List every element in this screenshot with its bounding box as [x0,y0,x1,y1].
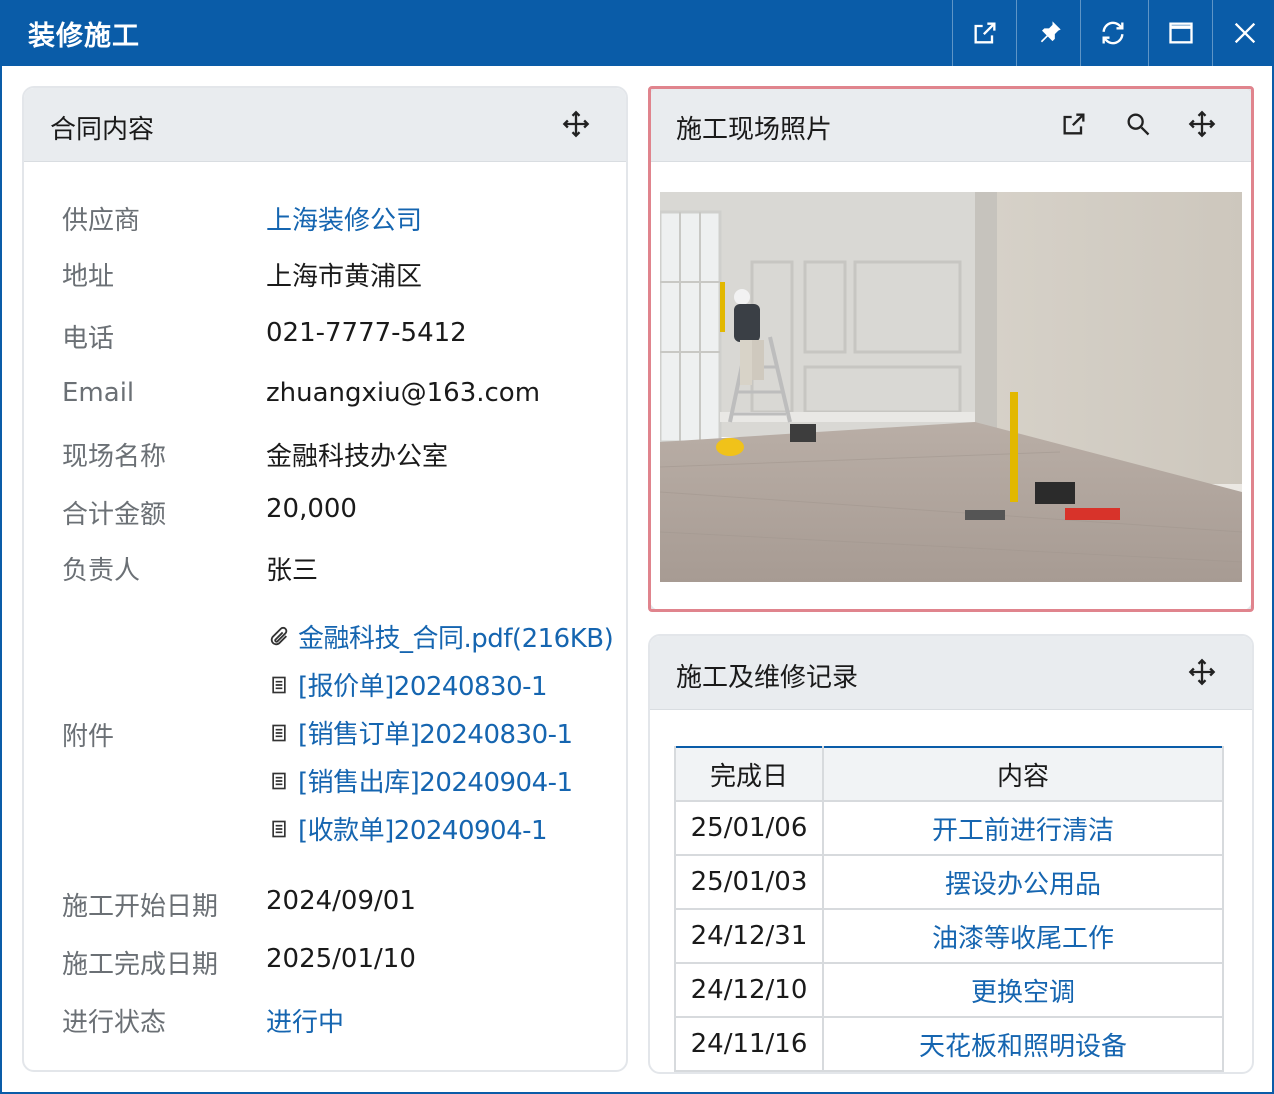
attachment-link[interactable]: [报价单]20240830-1 [266,666,548,703]
document-icon [266,672,292,698]
record-content-link[interactable]: 油漆等收尾工作 [822,908,1224,964]
record-date: 24/12/31 [674,908,824,964]
move-handle[interactable] [1186,108,1218,140]
attachment-link[interactable]: [收款单]20240904-1 [266,810,548,847]
owner-value: 张三 [266,556,319,586]
document-icon [266,768,292,794]
site-value: 金融科技办公室 [266,442,449,472]
attachment-text: [收款单]20240904-1 [298,816,548,846]
popout-button[interactable] [952,0,1016,66]
supplier-link[interactable]: 上海装修公司 [266,200,422,237]
move-handle[interactable] [1186,656,1218,688]
table-row: 25/01/03 摆设办公用品 [674,854,1224,910]
external-link-icon [974,22,995,44]
records-table: 完成日 内容 25/01/06 开工前进行清洁 25/01/03 摆设办公用品 … [674,746,1224,1072]
construction-site-photo[interactable] [660,192,1242,582]
record-date: 25/01/06 [674,800,824,856]
record-content-link[interactable]: 开工前进行清洁 [822,800,1224,856]
move-icon [1188,110,1216,138]
document-icon [266,816,292,842]
end-date-value: 2025/01/10 [266,944,416,974]
record-date: 24/12/10 [674,962,824,1018]
search-icon [1127,113,1150,136]
pin-icon [1040,21,1061,43]
app-window: 装修施工 合同内容 供应商 上海装修公司 地址 上海市黄浦区 电话 021-77… [0,0,1274,1094]
record-content-link[interactable]: 更换空调 [822,962,1224,1018]
contract-panel: 合同内容 供应商 上海装修公司 地址 上海市黄浦区 电话 021-7777-54… [22,86,628,1072]
table-header-row: 完成日 内容 [674,747,1224,802]
document-icon [266,720,292,746]
attachment-text: [报价单]20240830-1 [298,672,548,702]
record-content-link[interactable]: 摆设办公用品 [822,854,1224,910]
column-header-content: 内容 [822,747,1224,802]
record-date: 24/11/16 [674,1016,824,1072]
photo-zoom-button[interactable] [1122,108,1154,140]
attachment-link[interactable]: 金融科技_合同.pdf(216KB) [266,618,614,655]
attachment-link[interactable]: [销售订单]20240830-1 [266,714,573,751]
maximize-button[interactable] [1148,0,1212,66]
refresh-icon [1102,21,1123,45]
contract-panel-header: 合同内容 [24,88,626,162]
move-handle[interactable] [560,108,592,140]
amount-value: 20,000 [266,494,357,524]
supplier-label: 供应商 [62,206,141,236]
email-value: zhuangxiu@163.com [266,378,541,408]
table-row: 25/01/06 开工前进行清洁 [674,800,1224,856]
amount-label: 合计金额 [62,500,167,530]
photo-panel-title: 施工现场照片 [676,115,833,145]
address-label: 地址 [62,262,115,292]
status-link[interactable]: 进行中 [266,1002,344,1039]
phone-value: 021-7777-5412 [266,318,467,348]
address-value: 上海市黄浦区 [266,262,423,292]
site-label: 现场名称 [62,442,167,472]
phone-label: 电话 [62,324,115,354]
column-header-date: 完成日 [674,747,824,802]
end-date-label: 施工完成日期 [62,950,219,980]
site-photo-panel: 施工现场照片 [648,86,1254,612]
external-link-icon [1063,113,1085,135]
attachment-text: [销售出库]20240904-1 [298,768,573,798]
contract-panel-title: 合同内容 [50,115,155,145]
photo-panel-header: 施工现场照片 [650,88,1252,162]
attachment-text: 金融科技_合同.pdf(216KB) [298,624,614,654]
record-content-link[interactable]: 天花板和照明设备 [822,1016,1224,1072]
record-date: 25/01/03 [674,854,824,910]
records-panel-header: 施工及维修记录 [650,636,1252,710]
maximize-icon [1168,22,1193,44]
table-row: 24/12/31 油漆等收尾工作 [674,908,1224,964]
close-icon [1234,22,1255,44]
construction-site-image [660,192,1242,582]
close-button[interactable] [1212,0,1272,66]
title-bar: 装修施工 [2,0,1272,66]
attachment-link[interactable]: [销售出库]20240904-1 [266,762,573,799]
move-icon [562,110,590,138]
paperclip-icon [266,624,292,650]
move-icon [1188,658,1216,686]
window-title: 装修施工 [28,21,140,52]
pin-button[interactable] [1016,0,1080,66]
refresh-button[interactable] [1080,0,1144,66]
records-panel: 施工及维修记录 完成日 内容 25/01/06 开工前进行清洁 25/01/03 [648,634,1254,1074]
email-label: Email [62,378,135,408]
table-row: 24/11/16 天花板和照明设备 [674,1016,1224,1072]
records-panel-title: 施工及维修记录 [676,663,859,693]
start-date-label: 施工开始日期 [62,892,219,922]
attachment-text: [销售订单]20240830-1 [298,720,573,750]
table-row: 24/12/10 更换空调 [674,962,1224,1018]
status-label: 进行状态 [62,1008,167,1038]
start-date-value: 2024/09/01 [266,886,416,916]
attachments-label: 附件 [62,722,115,752]
owner-label: 负责人 [62,556,141,586]
photo-popout-button[interactable] [1058,108,1090,140]
